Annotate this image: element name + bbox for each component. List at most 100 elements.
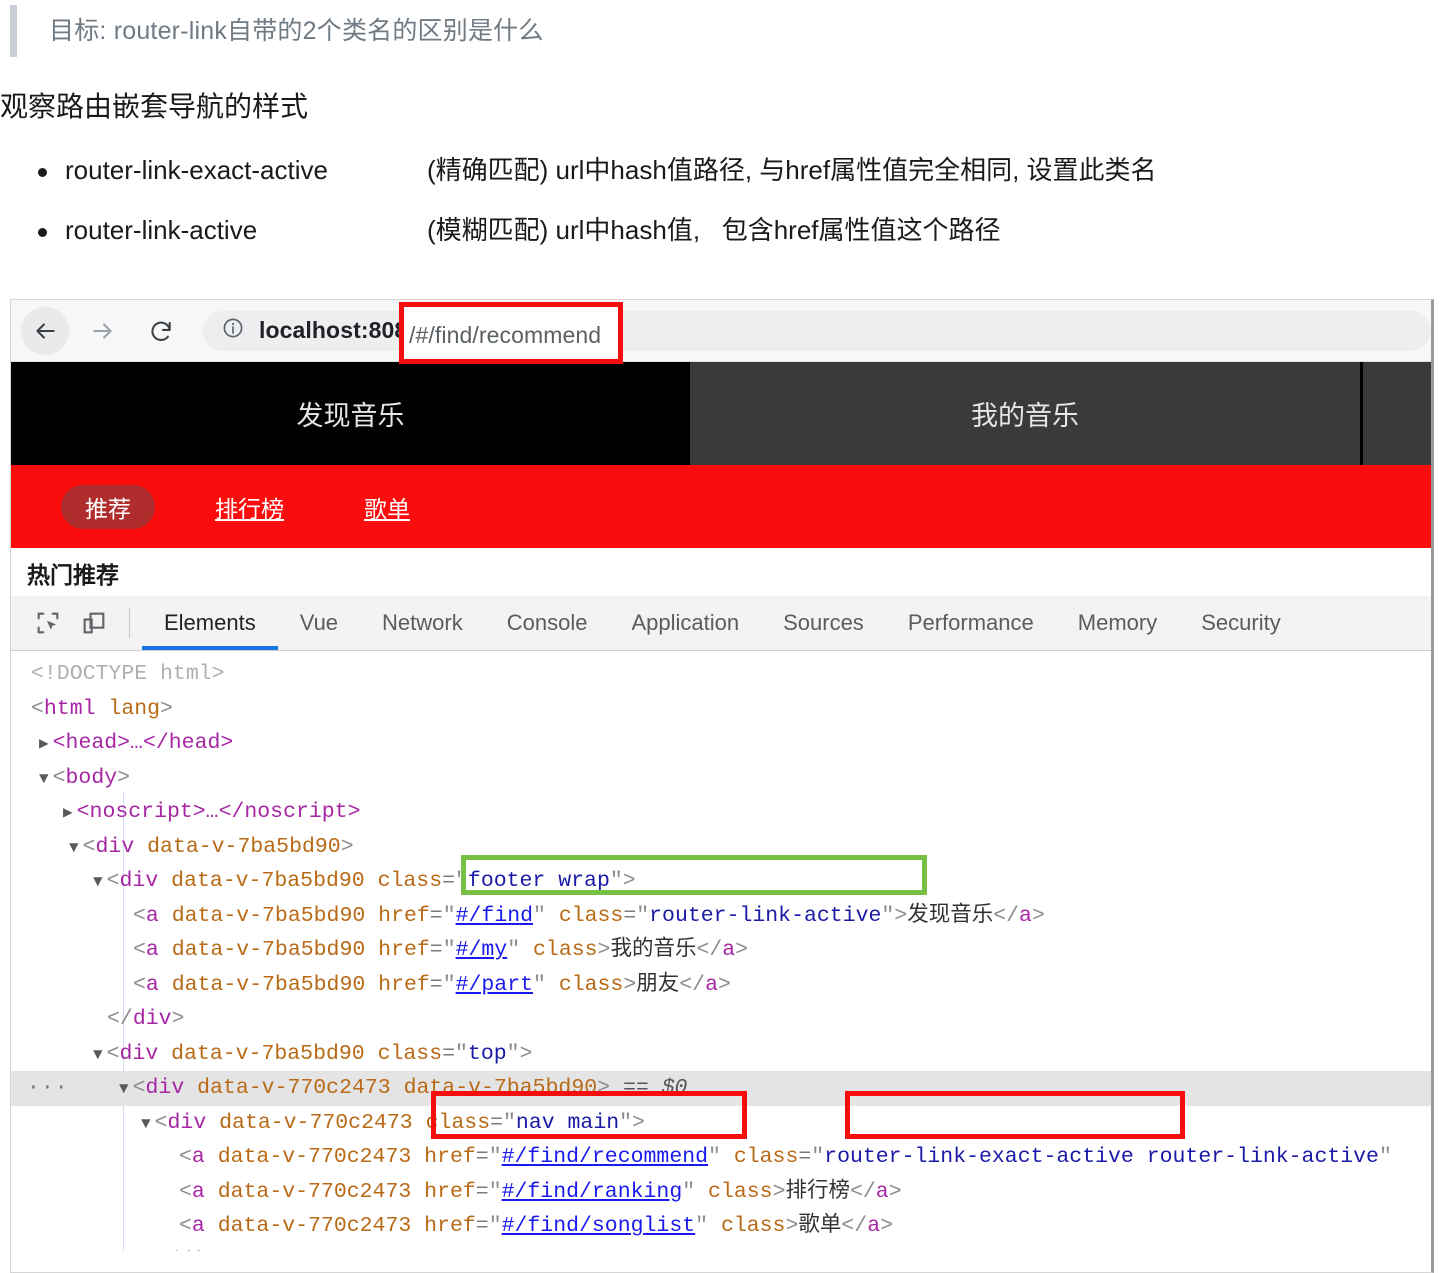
top-nav-item-mymusic[interactable]: 我的音乐: [690, 362, 1360, 465]
device-toolbar-button[interactable]: [71, 596, 117, 650]
dom-noscript-line: <noscript>…</noscript>: [76, 800, 361, 824]
dom-attr-dv7ba: data-v-7ba5bd90: [403, 1076, 598, 1100]
expand-triangle-icon[interactable]: ▶: [39, 735, 49, 753]
sub-nav-item-songlist[interactable]: 歌单: [364, 490, 410, 524]
browser-toolbar: localhost:8081/#/find/recommend /#/find/…: [11, 300, 1431, 364]
dom-class-footer-wrap: footer wrap: [467, 869, 610, 893]
dom-attr-dv7ba: data-v-7ba5bd90: [171, 903, 366, 928]
tab-network[interactable]: Network: [360, 596, 485, 650]
dom-tag-html: html: [43, 696, 96, 721]
bullet-line: router-link-exact-active (精确匹配) url中hash值…: [65, 152, 1157, 190]
devtools-tabbar: Elements Vue Network Console Application…: [11, 596, 1431, 651]
bullet-dot-icon: [38, 168, 47, 177]
dom-class-nav-main: nav main: [515, 1110, 620, 1135]
tab-vue[interactable]: Vue: [278, 596, 360, 650]
dom-attr-dv770: data-v-770c2473: [217, 1214, 412, 1238]
collapse-triangle-icon[interactable]: ▼: [39, 770, 49, 788]
reload-button[interactable]: [137, 307, 185, 355]
sub-nav-item-recommend[interactable]: 推荐: [61, 484, 155, 529]
forward-button[interactable]: [79, 307, 127, 355]
toolbar-divider: [129, 608, 130, 638]
top-nav-item-discover[interactable]: 发现音乐: [11, 362, 690, 465]
dom-close-div: </div>: [153, 1249, 230, 1252]
tab-performance[interactable]: Performance: [886, 596, 1056, 650]
dom-attr-dv770: data-v-770c2473: [217, 1145, 412, 1169]
device-toolbar-icon: [83, 612, 105, 634]
dom-row[interactable]: <a data-v-7ba5bd90 href="#/find" class="…: [11, 899, 1431, 934]
tab-memory[interactable]: Memory: [1056, 596, 1179, 650]
dom-text-faxian: 发现音乐: [907, 903, 994, 928]
dom-row[interactable]: ▼ <div data-v-7ba5bd90 class="top">: [11, 1037, 1431, 1072]
dom-href-find[interactable]: #/find: [456, 904, 533, 928]
collapse-triangle-icon[interactable]: ▼: [141, 1115, 151, 1133]
dom-attr-lang: lang: [108, 696, 161, 721]
dom-text-gedan: 歌单: [798, 1214, 842, 1238]
expand-triangle-icon[interactable]: ▶: [63, 804, 73, 822]
dom-href-recommend[interactable]: #/find/recommend: [502, 1145, 708, 1169]
dom-row[interactable]: ▶ <noscript>…</noscript>: [11, 795, 1431, 830]
sub-nav-item-ranking[interactable]: 排行榜: [215, 490, 284, 524]
dom-href-part[interactable]: #/part: [456, 973, 533, 997]
reload-icon: [151, 321, 171, 341]
dom-doctype: <!DOCTYPE html>: [31, 662, 225, 686]
dom-class-router-link-active: router-link-active: [649, 903, 882, 928]
address-bar[interactable]: localhost:8081/#/find/recommend: [203, 310, 1431, 351]
tab-application[interactable]: Application: [609, 596, 761, 650]
dom-row-selected[interactable]: ··· ▼ <div data-v-770c2473 data-v-7ba5bd90…: [11, 1071, 1431, 1106]
class-desc-label: (精确匹配) url中hash值路径, 与href属性值完全相同, 设置此类名: [427, 155, 1157, 185]
inspect-element-button[interactable]: [25, 596, 71, 650]
top-nav-tail: [1363, 362, 1431, 465]
collapse-triangle-icon[interactable]: ▼: [119, 1080, 129, 1098]
tab-console[interactable]: Console: [485, 596, 610, 650]
dom-row[interactable]: ▼ <div data-v-7ba5bd90>: [11, 830, 1431, 865]
bullet-dot-icon: [38, 227, 47, 237]
goal-text: 目标: router-link自带的2个类名的区别是什么: [49, 16, 544, 45]
goal-quote-block: 目标: router-link自带的2个类名的区别是什么: [10, 5, 544, 57]
class-desc-label: (模糊匹配) url中hash值, 包含href属性值这个路径: [427, 214, 1001, 245]
tab-sources[interactable]: Sources: [761, 596, 886, 650]
collapse-triangle-icon[interactable]: ▼: [93, 1046, 103, 1064]
tab-security[interactable]: Security: [1179, 596, 1302, 650]
dom-row[interactable]: ▼ <div data-v-7ba5bd90 class="footer wrap…: [11, 864, 1431, 899]
dom-row-ellipsis[interactable]: ···: [27, 1071, 69, 1106]
collapse-triangle-icon[interactable]: ▼: [69, 839, 79, 857]
browser-window-screenshot: localhost:8081/#/find/recommend /#/find/…: [10, 299, 1434, 1273]
dom-row[interactable]: <a data-v-770c2473 href="#/find/recommen…: [11, 1140, 1431, 1175]
dom-text-paihangbang: 排行榜: [785, 1179, 850, 1204]
page-subtitle: 观察路由嵌套导航的样式: [0, 91, 309, 122]
dom-row[interactable]: <html lang>: [11, 692, 1431, 727]
dom-href-songlist[interactable]: #/find/songlist: [502, 1214, 696, 1238]
page-root: 目标: router-link自带的2个类名的区别是什么 观察路由嵌套导航的样式…: [0, 0, 1444, 1273]
tab-elements[interactable]: Elements: [142, 596, 278, 650]
dom-row[interactable]: </div>: [11, 1002, 1431, 1037]
dom-href-my[interactable]: #/my: [456, 938, 508, 962]
info-circle-icon[interactable]: [221, 316, 245, 345]
bullet-list: router-link-exact-active (精确匹配) url中hash值…: [0, 152, 1444, 271]
dom-row[interactable]: ▼ <body>: [11, 761, 1431, 796]
dom-row[interactable]: <a data-v-770c2473 href="#/find/ranking"…: [11, 1175, 1431, 1210]
collapse-triangle-icon[interactable]: ▼: [93, 873, 103, 891]
class-name-label: router-link-active: [65, 214, 258, 245]
dom-href-ranking[interactable]: #/find/ranking: [502, 1180, 683, 1204]
dom-selected-marker: == $0: [622, 1076, 688, 1100]
dom-text-wode: 我的音乐: [610, 938, 697, 962]
dom-attr-dv7ba: data-v-7ba5bd90: [171, 869, 365, 893]
devtools-panel: Elements Vue Network Console Application…: [11, 596, 1431, 1251]
dom-row[interactable]: ▶ <head>…</head>: [11, 726, 1431, 761]
dom-tree[interactable]: <!DOCTYPE html> <html lang> ▶ <head>…</he…: [11, 651, 1431, 1251]
dom-row[interactable]: <a data-v-7ba5bd90 href="#/part" class>朋…: [11, 968, 1431, 1003]
dom-attr-dv7ba: data-v-7ba5bd90: [171, 1041, 365, 1066]
class-name-label: router-link-exact-active: [65, 155, 328, 185]
dom-class-exact-active: router-link-exact-active router-link-act…: [824, 1145, 1379, 1169]
dom-attr-dv7ba: data-v-7ba5bd90: [147, 834, 341, 859]
dom-row[interactable]: ▼ <div data-v-770c2473 class="nav main">: [11, 1106, 1431, 1141]
dom-row[interactable]: <a data-v-7ba5bd90 href="#/my" class>我的音…: [11, 933, 1431, 968]
dom-row[interactable]: </div>: [11, 1244, 1431, 1252]
list-item: router-link-exact-active (精确匹配) url中hash值…: [0, 152, 1444, 190]
back-arrow-icon: [36, 322, 55, 339]
dom-row[interactable]: <a data-v-770c2473 href="#/find/songlist…: [11, 1209, 1431, 1244]
dom-row[interactable]: <!DOCTYPE html>: [11, 657, 1431, 692]
back-button[interactable]: [21, 306, 69, 355]
dom-text-pengyou: 朋友: [636, 972, 680, 997]
dom-head-line: <head>…</head>: [52, 731, 234, 755]
